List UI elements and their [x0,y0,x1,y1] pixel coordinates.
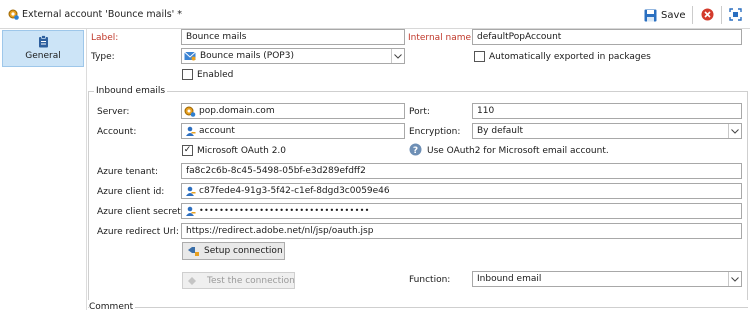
type-select[interactable]: Bounce mails (POP3) [181,48,405,64]
tab-general-label: General [25,51,61,61]
check-icon: ✓ [183,145,192,155]
maximize-icon[interactable] [729,8,742,21]
client-secret-value: •••••••••••••••••••••••••••••••••• [199,206,370,215]
chevron-down-icon[interactable] [391,49,404,63]
svg-text:?: ? [413,146,418,156]
port-label: Port: [409,107,430,117]
client-secret-label: Azure client secret: [97,207,184,217]
client-secret-field[interactable]: •••••••••••••••••••••••••••••••••• [181,203,742,219]
setup-connection-button[interactable]: Setup connection [182,242,285,260]
label-label: Label: [91,33,119,43]
tab-general[interactable]: General [2,30,84,67]
function-value: Inbound email [477,274,542,284]
user-key-icon [185,186,196,197]
test-icon [187,276,199,286]
client-id-value: c87fede4-91g3-5f42-c1ef-8dgd3c0059e46 [199,186,390,196]
cancel-icon[interactable] [701,8,714,21]
account-field[interactable]: account [181,123,405,139]
oauth-hint: Use OAuth2 for Microsoft email account. [427,146,609,156]
comment-group-line [88,307,748,308]
port-field[interactable]: 110 [472,103,742,119]
test-connection-label: Test the connection [207,275,295,286]
mail-icon [184,51,196,61]
type-value: Bounce mails (POP3) [200,51,294,61]
auto-export-label: Automatically exported in packages [489,52,651,62]
sidebar [0,29,87,310]
oauth-label: Microsoft OAuth 2.0 [197,146,287,156]
server-field[interactable]: pop.domain.com [181,103,405,119]
help-icon: ? [409,143,422,156]
auto-export-checkbox[interactable] [474,51,485,62]
tenant-field[interactable]: fa8c2c6b-8c45-5498-05bf-e3d289efdff2 [181,163,742,179]
save-button[interactable]: Save [644,6,686,24]
setup-connection-label: Setup connection [204,246,283,256]
encryption-select[interactable]: By default [472,123,742,139]
tenant-label: Azure tenant: [97,167,159,177]
window-title: External account 'Bounce mails' * [22,9,183,20]
redirect-label: Azure redirect Url: [97,227,179,237]
function-label: Function: [409,275,451,285]
plug-icon [187,246,200,257]
inbound-group-title: Inbound emails [94,86,168,96]
test-connection-button[interactable]: Test the connection [182,272,295,289]
chevron-down-icon[interactable] [728,124,741,138]
comment-group-title: Comment [89,302,136,312]
client-id-field[interactable]: c87fede4-91g3-5f42-c1ef-8dgd3c0059e46 [181,183,742,199]
account-label: Account: [97,127,137,137]
server-icon [184,106,196,117]
label-field[interactable]: Bounce mails [181,29,405,45]
external-account-icon [7,8,19,20]
save-icon [644,9,657,22]
user-key-icon [185,126,196,137]
toolbar-separator-2 [721,6,722,24]
user-key-icon [185,206,196,217]
toolbar-separator [692,6,693,24]
enabled-label: Enabled [197,70,234,80]
enabled-checkbox[interactable] [182,69,193,80]
redirect-field[interactable]: https://redirect.adobe.net/nl/jsp/oauth.… [181,223,742,239]
server-value: pop.domain.com [199,106,275,116]
chevron-down-icon[interactable] [728,272,741,286]
encryption-label: Encryption: [409,127,461,137]
encryption-value: By default [477,126,524,136]
internal-name-label: Internal name: [408,33,475,43]
clipboard-icon [38,35,49,48]
account-value: account [199,126,235,136]
type-label: Type: [91,52,115,62]
oauth-checkbox[interactable]: ✓ [182,145,193,156]
function-select[interactable]: Inbound email [472,271,742,287]
internal-name-field[interactable]: defaultPopAccount [472,29,742,45]
save-label: Save [661,9,686,21]
client-id-label: Azure client id: [97,187,165,197]
server-label: Server: [97,107,130,117]
